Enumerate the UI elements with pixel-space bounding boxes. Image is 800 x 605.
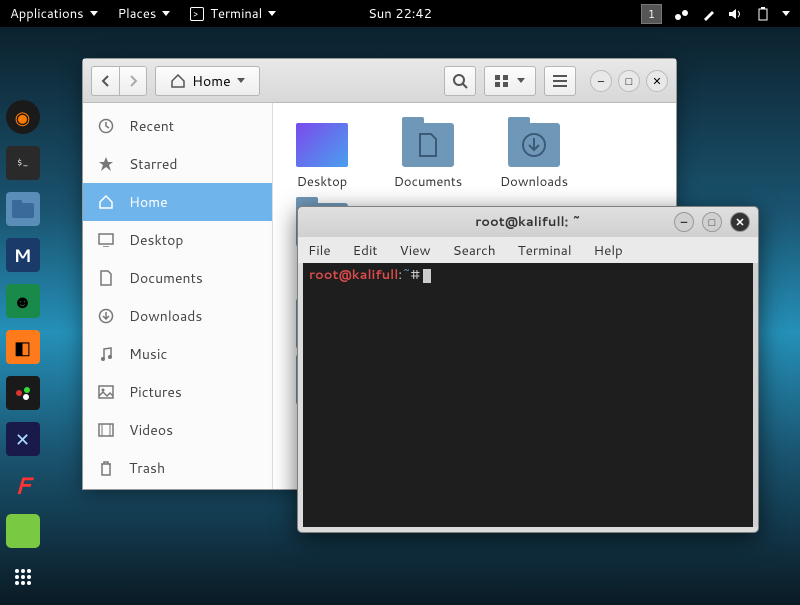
folder-desktop[interactable]: Desktop <box>283 123 361 191</box>
chevron-down-icon <box>90 11 98 16</box>
menu-terminal[interactable]: Terminal <box>518 241 572 260</box>
terminal-window: root@kalifull: ~ – □ ✕ File Edit View Searc… <box>297 206 759 533</box>
sidebar-item-label: Desktop <box>129 230 183 250</box>
firefox-launcher[interactable]: ◉ <box>6 100 40 134</box>
folder-label: Documents <box>394 173 463 191</box>
chevron-down-icon <box>268 11 276 16</box>
folder-documents[interactable]: Documents <box>389 123 467 191</box>
dock: ◉ $_ M ☻ ◧ ✕ F <box>0 100 45 594</box>
workspace-indicator[interactable]: 1 <box>641 4 662 24</box>
sidebar-item-label: Starred <box>129 154 178 174</box>
volume-icon[interactable] <box>728 7 744 21</box>
burpsuite-launcher[interactable]: ◧ <box>6 330 40 364</box>
terminal-launcher[interactable]: $_ <box>6 146 40 180</box>
terminal-icon <box>190 7 204 21</box>
back-button[interactable] <box>91 66 119 96</box>
system-tray: 1 <box>641 4 800 24</box>
chevron-down-icon <box>517 78 525 83</box>
sidebar-item-label: Trash <box>129 458 165 478</box>
show-apps[interactable] <box>6 560 40 594</box>
sidebar-item-label: Recent <box>129 116 174 136</box>
vid-icon <box>97 423 115 437</box>
menu-view[interactable]: View <box>400 241 431 260</box>
menu-file[interactable]: File <box>308 241 331 260</box>
picker-icon[interactable] <box>702 7 716 21</box>
places-menu[interactable]: Places <box>108 5 181 23</box>
sidebar-item-label: Videos <box>129 420 173 440</box>
hamburger-menu-button[interactable] <box>544 66 576 96</box>
terminal-body[interactable]: root@kalifull:~# <box>303 263 753 527</box>
chevron-down-icon <box>782 11 790 16</box>
files-launcher[interactable] <box>6 192 40 226</box>
close-button[interactable]: ✕ <box>646 70 668 92</box>
folder-label: Desktop <box>297 173 348 191</box>
search-button[interactable] <box>444 66 476 96</box>
minimize-button[interactable]: – <box>674 212 694 232</box>
sidebar-item-label: Pictures <box>129 382 182 402</box>
folder-icon <box>508 123 560 167</box>
home-icon <box>170 74 186 88</box>
battery-icon[interactable] <box>756 7 770 21</box>
wireshark-launcher[interactable]: ✕ <box>6 422 40 456</box>
sidebar-item-music[interactable]: Music <box>83 335 272 373</box>
desktop-icon <box>97 233 115 247</box>
top-panel: Applications Places Terminal Sun 22:42 1 <box>0 0 800 27</box>
close-button[interactable]: ✕ <box>730 212 750 232</box>
notes-launcher[interactable] <box>6 514 40 548</box>
clock[interactable]: Sun 22:42 <box>368 5 432 23</box>
sidebar-item-home[interactable]: Home <box>83 183 272 221</box>
recording-icon[interactable] <box>674 7 690 21</box>
terminal-titlebar[interactable]: root@kalifull: ~ – □ ✕ <box>298 207 758 237</box>
zenmap-launcher[interactable]: ☻ <box>6 284 40 318</box>
doc-icon <box>97 270 115 286</box>
down-icon <box>97 308 115 324</box>
menu-edit[interactable]: Edit <box>353 241 378 260</box>
applications-menu[interactable]: Applications <box>0 5 108 23</box>
files-headerbar: Home – □ ✕ <box>83 59 676 103</box>
view-options-button[interactable] <box>484 66 536 96</box>
sidebar-item-label: Downloads <box>129 306 202 326</box>
sidebar-item-downloads[interactable]: Downloads <box>83 297 272 335</box>
desktop-icon <box>296 123 348 167</box>
sidebar-item-videos[interactable]: Videos <box>83 411 272 449</box>
chevron-down-icon <box>162 11 170 16</box>
grid-view-icon <box>495 75 509 87</box>
trash-icon <box>97 460 115 476</box>
files-sidebar: Recent Starred Home Desktop Documents Downloa… <box>83 103 273 489</box>
sidebar-item-recent[interactable]: Recent <box>83 107 272 145</box>
star-icon <box>97 156 115 172</box>
music-icon <box>97 346 115 362</box>
terminal-menu[interactable]: Terminal <box>180 5 286 23</box>
menu-search[interactable]: Search <box>453 241 496 260</box>
metasploit-launcher[interactable]: M <box>6 238 40 272</box>
sidebar-item-pictures[interactable]: Pictures <box>83 373 272 411</box>
sidebar-item-desktop[interactable]: Desktop <box>83 221 272 259</box>
home-icon <box>97 195 115 209</box>
sidebar-item-label: Home <box>129 192 168 212</box>
sidebar-item-documents[interactable]: Documents <box>83 259 272 297</box>
pic-icon <box>97 385 115 399</box>
cherrytree-launcher[interactable] <box>6 376 40 410</box>
terminal-menubar: File Edit View Search Terminal Help <box>298 237 758 263</box>
cursor <box>423 269 431 283</box>
faraday-launcher[interactable]: F <box>6 468 40 502</box>
folder-icon <box>402 123 454 167</box>
folder-downloads[interactable]: Downloads <box>495 123 573 191</box>
maximize-button[interactable]: □ <box>618 70 640 92</box>
sidebar-item-starred[interactable]: Starred <box>83 145 272 183</box>
path-home-button[interactable]: Home <box>155 66 260 96</box>
menu-help[interactable]: Help <box>594 241 623 260</box>
folder-label: Downloads <box>500 173 568 191</box>
maximize-button[interactable]: □ <box>702 212 722 232</box>
chevron-down-icon <box>237 78 245 83</box>
forward-button[interactable] <box>119 66 147 96</box>
minimize-button[interactable]: – <box>590 70 612 92</box>
sidebar-item-label: Documents <box>129 268 203 288</box>
clock-icon <box>97 118 115 134</box>
sidebar-item-label: Music <box>129 344 167 364</box>
sidebar-item-trash[interactable]: Trash <box>83 449 272 487</box>
